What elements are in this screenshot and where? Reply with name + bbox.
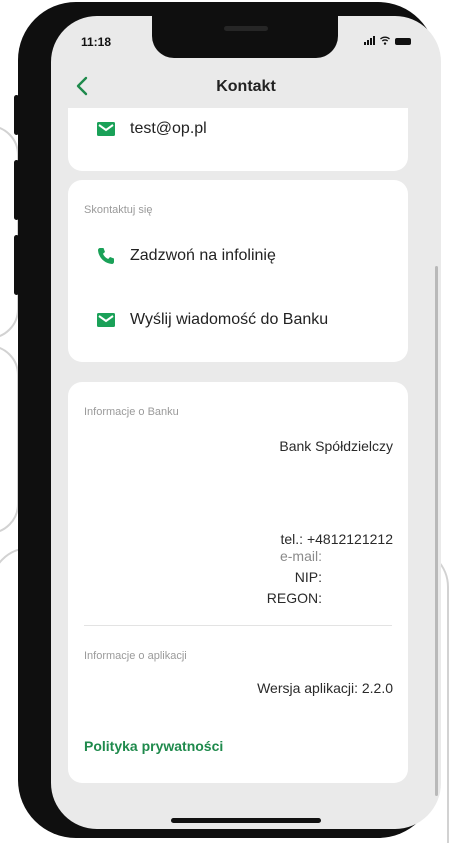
send-message-button[interactable]: Wyślij wiadomość do Banku — [96, 310, 328, 330]
phone-icon — [98, 248, 114, 264]
bank-phone: tel.: +4812121212 — [280, 531, 394, 547]
bank-regon: REGON: — [266, 590, 322, 606]
bank-info-label: Informacje o Banku — [84, 406, 179, 418]
divider — [84, 625, 392, 626]
status-time: 11:18 — [81, 35, 112, 49]
background-device-outline — [0, 345, 19, 534]
scrollbar[interactable] — [435, 266, 438, 796]
notch — [152, 16, 338, 58]
header: Kontakt — [51, 68, 441, 104]
speaker-slot — [224, 26, 268, 31]
phone-screen: 11:18 Kontakt test@op.pl Skontaktuj się … — [51, 16, 441, 829]
mail-icon — [97, 313, 115, 327]
battery-icon — [395, 38, 411, 45]
privacy-policy-link[interactable]: Polityka prywatności — [84, 738, 223, 754]
email-row[interactable]: test@op.pl — [96, 119, 207, 139]
background-device-outline — [0, 125, 19, 339]
content-scroll-area[interactable]: test@op.pl Skontaktuj się Zadzwoń na inf… — [51, 108, 441, 829]
contact-section-label: Skontaktuj się — [84, 204, 153, 216]
bank-name: Bank Spółdzielczy — [279, 438, 393, 454]
contact-card: Skontaktuj się Zadzwoń na infolinię Wyśl… — [68, 180, 408, 362]
home-indicator[interactable] — [171, 818, 321, 823]
phone-frame: 11:18 Kontakt test@op.pl Skontaktuj się … — [18, 2, 441, 838]
mail-icon — [97, 122, 115, 136]
app-version: Wersja aplikacji: 2.2.0 — [257, 680, 393, 696]
call-hotline-button[interactable]: Zadzwoń na infolinię — [96, 246, 276, 266]
info-card: Informacje o Banku Bank Spółdzielczy tel… — [68, 382, 408, 783]
email-address: test@op.pl — [130, 120, 207, 137]
signal-icon — [364, 36, 375, 45]
wifi-icon — [380, 36, 390, 45]
app-screenshot: 11:18 Kontakt test@op.pl Skontaktuj się … — [0, 0, 450, 843]
call-hotline-label: Zadzwoń na infolinię — [130, 247, 276, 264]
bank-email: e-mail: — [279, 548, 322, 564]
status-icons — [364, 36, 411, 45]
app-info-label: Informacje o aplikacji — [84, 650, 187, 662]
bank-nip: NIP: — [294, 569, 322, 585]
send-message-label: Wyślij wiadomość do Banku — [130, 311, 329, 328]
page-title: Kontakt — [216, 78, 276, 95]
email-card: test@op.pl — [68, 108, 408, 171]
